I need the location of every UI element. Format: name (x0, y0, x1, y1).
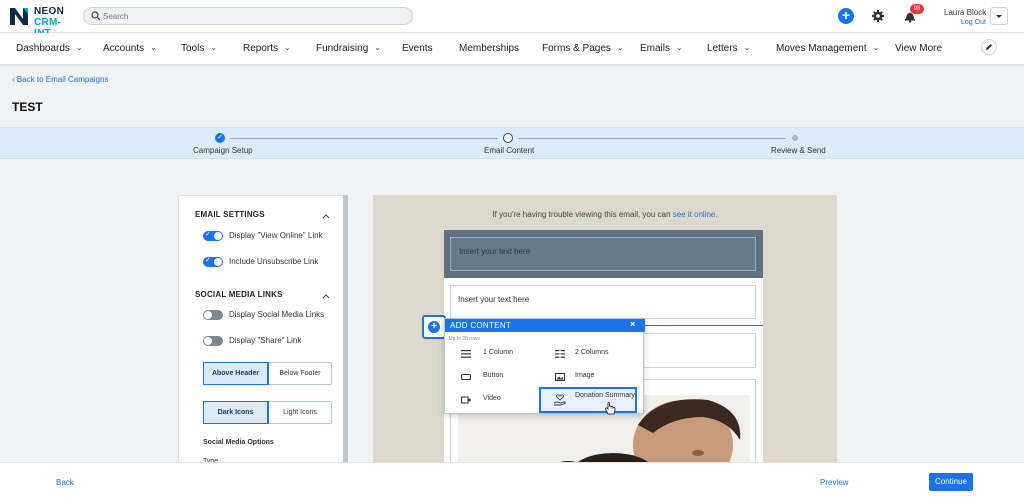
unsubscribe-label: Include Unsubscribe Link (229, 257, 319, 266)
user-menu-dropdown[interactable] (990, 7, 1008, 25)
donation-summary-label: Donation Summary (575, 392, 635, 399)
chevron-down-icon: ⌄ (743, 43, 751, 52)
button-icon (461, 374, 471, 380)
wizard-footer: Back Preview Continue (0, 462, 1024, 500)
two-columns-icon (555, 350, 565, 358)
dark-icons-option[interactable]: Dark Icons (203, 401, 269, 424)
one-column-icon (461, 350, 471, 358)
nav-forms-pages[interactable]: Forms & Pages ⌄ (542, 43, 624, 54)
chevron-down-icon: ⌄ (872, 43, 880, 52)
view-online-notice: If you're having trouble viewing this em… (492, 210, 718, 219)
below-footer-option[interactable]: Below Footer (268, 363, 332, 384)
chevron-down-icon: ⌄ (150, 43, 157, 52)
notification-badge: 98 (910, 4, 924, 14)
icon-style-selector: Dark Icons Light Icons (203, 401, 332, 424)
step-campaign-setup[interactable]: Campaign Setup (193, 146, 253, 155)
popup-subtitle: Up to 25 rows (449, 336, 480, 342)
popup-title: ADD CONTENT (450, 321, 512, 330)
edit-nav-button[interactable] (981, 39, 997, 55)
social-links-label: Display Social Media Links (229, 310, 325, 319)
share-link-label: Display "Share" Link (229, 336, 302, 345)
back-to-campaigns-link[interactable]: ‹ Back to Email Campaigns (12, 75, 108, 84)
add-icon: + (428, 321, 440, 333)
chevron-down-icon: ⌄ (75, 43, 83, 52)
nav-memberships[interactable]: Memberships (459, 43, 519, 54)
header-text-block[interactable]: Insert your text here (450, 237, 756, 271)
add-row-handle[interactable]: + (422, 315, 446, 339)
step-complete-icon: ✓ (215, 133, 225, 143)
quick-add-button[interactable]: + (838, 8, 854, 24)
social-media-title: SOCIAL MEDIA LINKS (195, 290, 283, 299)
video-icon (461, 396, 471, 404)
nav-accounts[interactable]: Accounts ⌄ (103, 43, 157, 54)
header-placeholder: Insert your text here (459, 247, 531, 256)
search-input[interactable] (103, 10, 403, 23)
light-icons-option[interactable]: Light Icons (268, 402, 332, 423)
chevron-down-icon: ⌄ (210, 43, 218, 52)
gear-icon[interactable] (871, 9, 885, 23)
check-icon: ✓ (205, 257, 211, 264)
donation-summary-option[interactable]: Donation Summary (539, 387, 637, 413)
nav-view-more[interactable]: View More (895, 43, 942, 54)
donation-icon (553, 394, 566, 406)
pencil-icon (986, 44, 992, 50)
step-upcoming-icon (792, 135, 798, 141)
step-current-icon (503, 133, 513, 143)
chevron-down-icon: ⌄ (284, 43, 291, 52)
hand-cursor-icon (605, 402, 616, 415)
search-icon (91, 11, 101, 21)
social-links-toggle[interactable] (203, 310, 223, 320)
check-icon: ✓ (205, 231, 211, 238)
back-button[interactable]: Back (56, 478, 74, 487)
app-logo[interactable]: NEON CRM-INT (8, 5, 78, 39)
view-online-toggle[interactable]: ✓ (203, 231, 223, 241)
chevron-down-icon: ⌄ (374, 43, 381, 52)
email-header-section[interactable]: Insert your text here (444, 230, 763, 278)
close-icon[interactable]: × (630, 319, 635, 329)
progress-stepper: ✓ Campaign Setup Email Content Review & … (0, 127, 1024, 159)
nav-dashboards[interactable]: Dashboards ⌄ (16, 43, 83, 54)
logout-link[interactable]: Log Out (961, 19, 986, 26)
nav-letters[interactable]: Letters ⌄ (707, 43, 750, 54)
nav-moves-management[interactable]: Moves Management ⌄ (776, 43, 879, 54)
nav-fundraising[interactable]: Fundraising ⌄ (316, 43, 381, 54)
panel-scrollbar[interactable] (343, 195, 348, 465)
unsubscribe-toggle[interactable]: ✓ (203, 257, 223, 267)
view-online-label: Display "View Online" Link (229, 231, 323, 240)
step-review-send[interactable]: Review & Send (771, 146, 826, 155)
above-header-option[interactable]: Above Header (203, 362, 269, 385)
share-link-toggle[interactable] (203, 336, 223, 346)
email-settings-title: EMAIL SETTINGS (195, 210, 265, 219)
main-nav: Dashboards ⌄ Accounts ⌄ Tools ⌄ Reports ⌄ Fu… (0, 33, 1024, 65)
user-name: Laura Block (944, 8, 987, 17)
step-email-content[interactable]: Email Content (484, 146, 534, 155)
nav-events[interactable]: Events (402, 43, 433, 54)
social-position-selector: Above Header Below Footer (203, 362, 332, 385)
email-settings-panel: EMAIL SETTINGS ✓ Display "View Online" L… (178, 195, 348, 465)
text-block[interactable]: Insert your text here (450, 285, 756, 319)
text-placeholder: Insert your text here (458, 295, 530, 304)
top-bar: NEON CRM-INT + 98 Laura Block Log Out (0, 0, 1024, 39)
image-icon (555, 373, 565, 381)
nav-reports[interactable]: Reports ⌄ (243, 43, 291, 54)
nav-tools[interactable]: Tools ⌄ (181, 43, 217, 54)
nav-emails[interactable]: Emails ⌄ (640, 43, 683, 54)
social-options-title: Social Media Options (203, 439, 274, 446)
step-connector (230, 138, 498, 139)
chevron-up-icon[interactable] (322, 212, 330, 220)
plus-icon: + (841, 7, 851, 23)
popup-header: ADD CONTENT × (445, 319, 645, 332)
preview-button[interactable]: Preview (820, 478, 848, 487)
continue-button[interactable]: Continue (929, 473, 973, 491)
view-online-link[interactable]: see it online. (673, 210, 718, 219)
neon-logo-icon (10, 8, 28, 25)
logo-text-primary: NEON (34, 6, 65, 17)
chevron-down-icon: ⌄ (616, 43, 624, 52)
chevron-down-icon: ⌄ (676, 43, 683, 52)
global-search (83, 7, 413, 25)
page-title: TEST (12, 100, 43, 114)
chevron-up-icon[interactable] (322, 292, 330, 300)
step-connector (518, 138, 786, 139)
